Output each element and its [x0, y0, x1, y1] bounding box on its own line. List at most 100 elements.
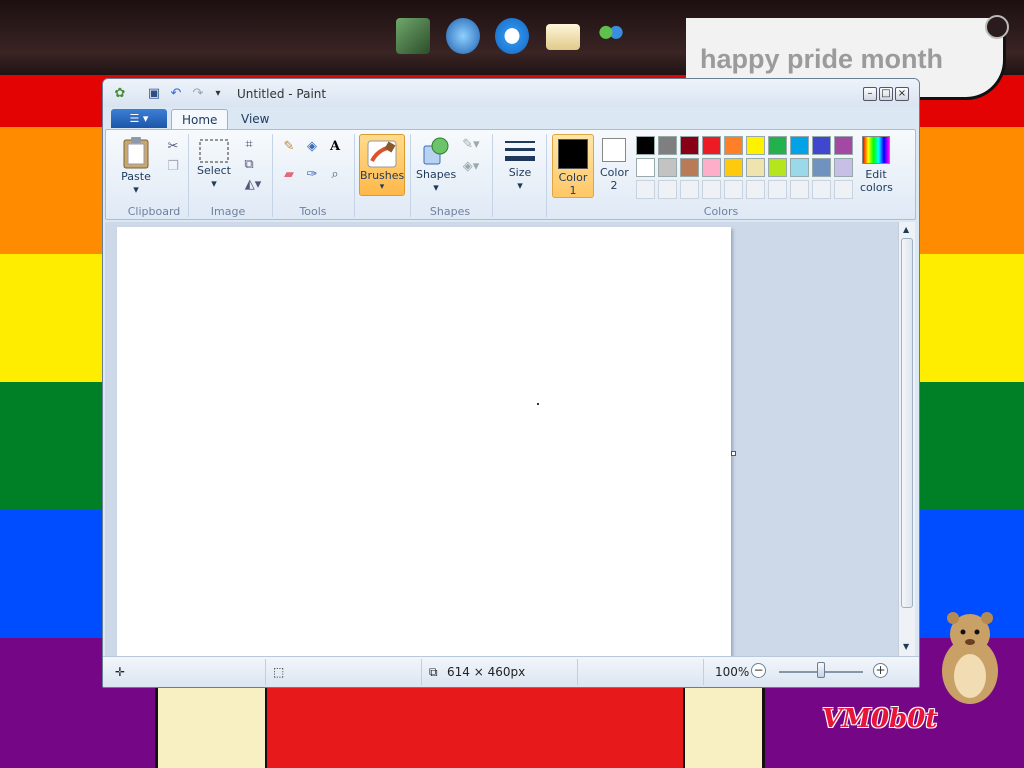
magnifier-icon[interactable]: ⌕: [326, 166, 344, 184]
palette-empty-swatch[interactable]: [724, 180, 743, 199]
palette-swatch[interactable]: [702, 158, 721, 177]
palette-empty-swatch[interactable]: [790, 180, 809, 199]
separator: [188, 134, 189, 217]
paint-app-icon[interactable]: ✿: [111, 85, 129, 103]
palette-swatch[interactable]: [680, 158, 699, 177]
separator: [410, 134, 411, 217]
color-spectrum-icon: [862, 136, 890, 164]
selection-icon: [199, 139, 229, 163]
outline-icon[interactable]: ✎▾: [458, 136, 484, 154]
palette-swatch[interactable]: [658, 158, 677, 177]
palette-empty-swatch[interactable]: [680, 180, 699, 199]
tray-menu-icon[interactable]: [985, 15, 1009, 39]
paint-window: ✿ ▣ ↶ ↷ ▾ Untitled - Paint – □ × ☰ ▾ Hom…: [102, 78, 920, 688]
edit-colors-button[interactable]: Edit colors: [856, 136, 896, 194]
palette-swatch[interactable]: [702, 136, 721, 155]
crop-icon[interactable]: ⌗: [240, 136, 258, 154]
text-icon[interactable]: A: [326, 138, 344, 156]
scroll-up-icon[interactable]: ▲: [903, 225, 909, 234]
canvas-resize-handle[interactable]: [731, 451, 736, 456]
color-picker-icon[interactable]: ✑: [303, 166, 321, 184]
palette-swatch[interactable]: [812, 158, 831, 177]
save-icon[interactable]: ▣: [145, 85, 163, 103]
copy-icon[interactable]: ❐: [164, 158, 182, 176]
shapes-button[interactable]: Shapes ▾: [416, 136, 456, 194]
palette-swatch[interactable]: [746, 136, 765, 155]
rotate-icon[interactable]: ◭▾: [240, 176, 266, 194]
brushes-button[interactable]: Brushes ▾: [359, 134, 405, 196]
paint-menu-button[interactable]: ☰ ▾: [111, 109, 167, 128]
palette-swatch[interactable]: [790, 158, 809, 177]
paste-button[interactable]: Paste ▾: [116, 136, 156, 196]
palette-empty-swatch[interactable]: [658, 180, 677, 199]
undo-icon[interactable]: ↶: [167, 85, 185, 103]
palette-swatch[interactable]: [812, 136, 831, 155]
palette-swatch[interactable]: [768, 158, 787, 177]
palette-empty-swatch[interactable]: [746, 180, 765, 199]
size-button[interactable]: Size ▾: [500, 138, 540, 192]
resize-icon[interactable]: ⧉: [240, 156, 258, 174]
color2-swatch: [602, 138, 626, 162]
scroll-down-icon[interactable]: ▼: [903, 642, 909, 651]
quick-access-dropdown-icon[interactable]: ▾: [209, 85, 227, 103]
media-center-icon[interactable]: [396, 18, 430, 54]
palette-swatch[interactable]: [724, 136, 743, 155]
eraser-icon[interactable]: ▰: [280, 166, 298, 184]
zoom-out-button[interactable]: −: [751, 663, 766, 678]
messenger-icon[interactable]: [594, 18, 628, 54]
zoom-level: 100%: [715, 665, 750, 679]
group-label-image: Image: [210, 205, 246, 218]
canvas-area: [105, 222, 898, 656]
color1-swatch: [558, 139, 588, 169]
palette-empty-swatch[interactable]: [702, 180, 721, 199]
palette-swatch[interactable]: [746, 158, 765, 177]
internet-explorer-icon[interactable]: [495, 18, 529, 54]
palette-swatch[interactable]: [636, 158, 655, 177]
redo-icon[interactable]: ↷: [189, 85, 207, 103]
color1-button[interactable]: Color 1: [552, 134, 594, 198]
palette-empty-swatch[interactable]: [636, 180, 655, 199]
brushes-label: Brushes: [360, 169, 405, 182]
select-button[interactable]: Select ▾: [194, 138, 234, 190]
palette-swatch[interactable]: [724, 158, 743, 177]
ribbon: Paste ▾ ✂ ❐ Clipboard Select ▾ ⌗ ⧉ ◭▾ Imag…: [105, 129, 916, 220]
ribbon-tabs: ☰ ▾ Home View ?: [103, 107, 919, 152]
palette-empty-swatch[interactable]: [768, 180, 787, 199]
scrollbar-thumb[interactable]: [901, 238, 913, 608]
size-label: Size: [508, 166, 532, 179]
shapes-icon: [423, 137, 449, 165]
mail-icon[interactable]: [546, 24, 580, 50]
maximize-button[interactable]: □: [879, 87, 893, 101]
tab-home[interactable]: Home: [171, 109, 229, 129]
fill-icon[interactable]: ◈: [303, 138, 321, 156]
palette-swatch[interactable]: [768, 136, 787, 155]
palette-swatch[interactable]: [636, 136, 655, 155]
group-label-clipboard: Clipboard: [127, 205, 181, 218]
pencil-icon[interactable]: ✎: [280, 138, 298, 156]
cut-icon[interactable]: ✂: [164, 138, 182, 156]
fill-style-icon[interactable]: ◈▾: [458, 158, 484, 176]
zoom-slider-thumb[interactable]: [817, 662, 825, 678]
ie-download-icon[interactable]: [446, 18, 480, 54]
palette-swatch[interactable]: [658, 136, 677, 155]
line-size-icon: [505, 141, 535, 161]
vertical-scrollbar[interactable]: ▲ ▼: [898, 222, 915, 656]
minimize-button[interactable]: –: [863, 87, 877, 101]
close-button[interactable]: ×: [895, 87, 909, 101]
palette-swatch[interactable]: [834, 136, 853, 155]
separator: [265, 659, 266, 685]
tab-view[interactable]: View: [231, 109, 279, 129]
palette-empty-swatch[interactable]: [834, 180, 853, 199]
color2-button[interactable]: Color 2: [596, 136, 632, 192]
clipboard-icon: [123, 137, 149, 169]
zoom-in-button[interactable]: +: [873, 663, 888, 678]
palette-empty-swatch[interactable]: [812, 180, 831, 199]
palette-swatch[interactable]: [834, 158, 853, 177]
window-title: Untitled - Paint: [237, 87, 327, 101]
canvas-size-icon: ⧉: [429, 665, 438, 679]
group-label-tools: Tools: [299, 205, 327, 218]
group-label-colors: Colors: [703, 205, 739, 218]
palette-swatch[interactable]: [790, 136, 809, 155]
palette-swatch[interactable]: [680, 136, 699, 155]
drawing-canvas[interactable]: [117, 227, 731, 656]
